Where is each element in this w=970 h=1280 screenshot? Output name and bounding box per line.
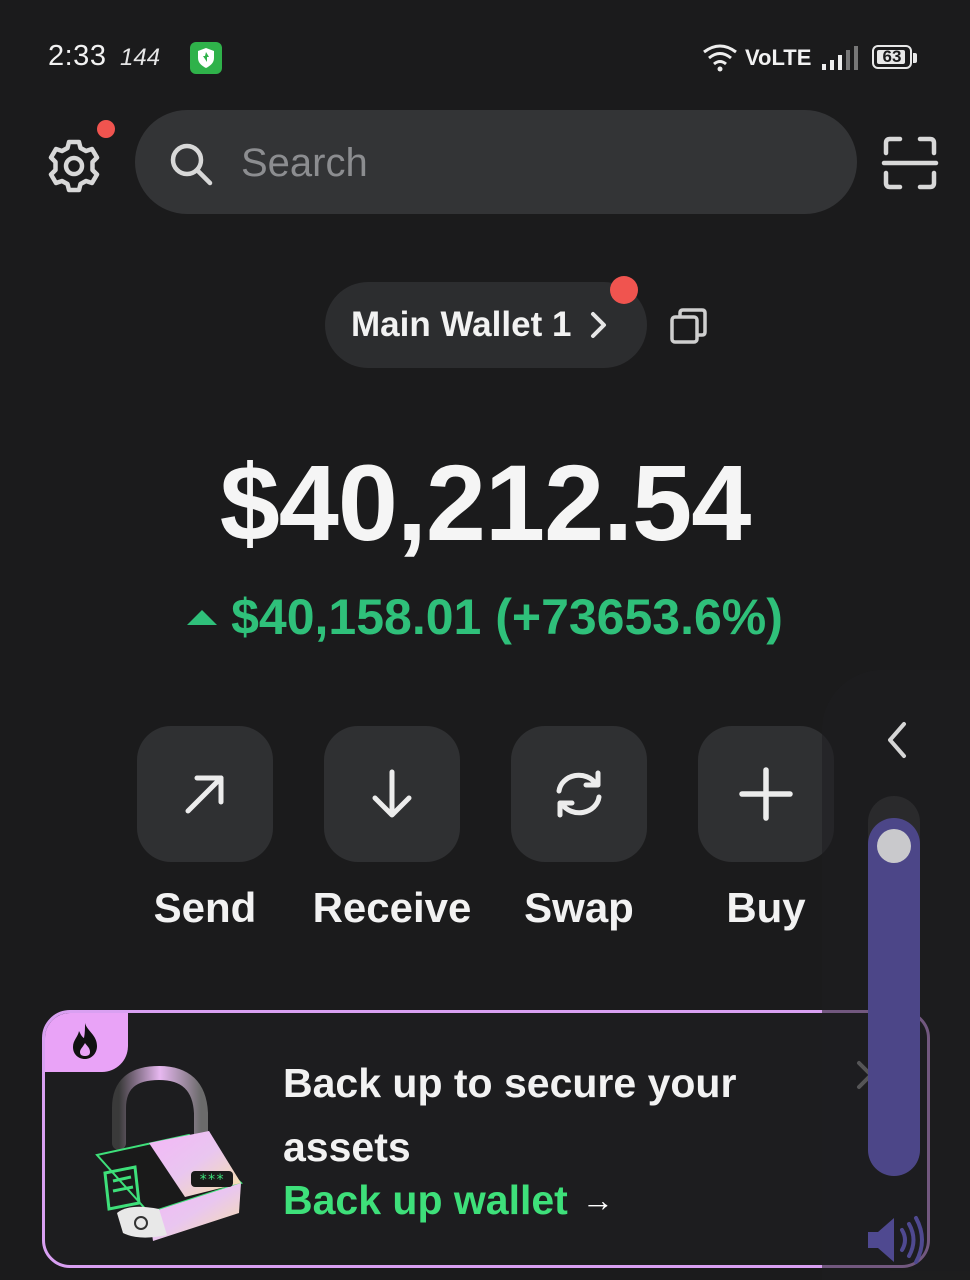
swap-label: Swap (524, 884, 634, 931)
signal-icon (822, 46, 860, 77)
gear-icon (48, 139, 100, 193)
svg-text:***: *** (199, 1172, 224, 1188)
search-icon (170, 143, 213, 186)
search-input[interactable] (239, 110, 803, 216)
copy-address-button[interactable] (668, 306, 710, 348)
backup-wallet-link[interactable]: Back up wallet → (283, 1177, 614, 1224)
balance-change-value: $40,158.01 (+73653.6%) (231, 589, 783, 645)
battery-icon: 63 (872, 45, 917, 69)
collapse-panel-button[interactable] (878, 718, 918, 762)
scan-qr-button[interactable] (880, 133, 940, 193)
volume-slider-fill (868, 818, 920, 1176)
lock-illustration: *** (95, 1065, 243, 1241)
receive-label: Receive (312, 884, 472, 931)
receive-button[interactable] (324, 726, 460, 862)
wallet-name: Main Wallet 1 (351, 305, 572, 344)
volume-slider-thumb[interactable] (877, 829, 911, 863)
up-triangle-icon (187, 609, 218, 625)
network-type: VoLTE (745, 45, 812, 70)
arrow-right-icon: → (581, 1182, 614, 1218)
notification-dot (97, 120, 115, 138)
send-button[interactable] (137, 726, 273, 862)
backup-wallet-label: Back up wallet (283, 1177, 568, 1223)
wallet-selector[interactable]: Main Wallet 1 (325, 282, 647, 368)
chevron-right-icon (591, 312, 607, 338)
wallet-notification-dot (610, 276, 638, 304)
status-time: 2:33 (48, 40, 107, 72)
fire-icon (73, 1023, 97, 1059)
swap-button[interactable] (511, 726, 647, 862)
total-balance: $40,212.54 (219, 442, 752, 563)
wifi-icon (700, 42, 740, 77)
settings-button[interactable] (38, 130, 110, 202)
battery-level: 63 (882, 47, 902, 66)
swap-icon (556, 770, 602, 818)
backup-banner[interactable]: *** Back up to secure your assets Back u… (42, 1010, 930, 1268)
chevron-left-icon (888, 722, 906, 758)
search-bar[interactable] (135, 110, 857, 216)
scan-icon (881, 136, 939, 190)
speaker-icon[interactable] (862, 1212, 928, 1273)
balance-change: $40,158.01 (+73653.6%) (0, 588, 970, 646)
arrow-down-icon (372, 769, 412, 818)
battery-cap (913, 53, 917, 63)
banner-message: Back up to secure your assets (283, 1060, 737, 1170)
copy-icon (670, 308, 707, 344)
vpn-shield-icon (190, 42, 222, 74)
arrow-up-right-icon (185, 775, 224, 814)
plus-icon (739, 767, 793, 821)
buy-button[interactable] (698, 726, 834, 862)
refresh-rate-indicator: 144 (120, 44, 161, 71)
send-label: Send (153, 884, 257, 931)
